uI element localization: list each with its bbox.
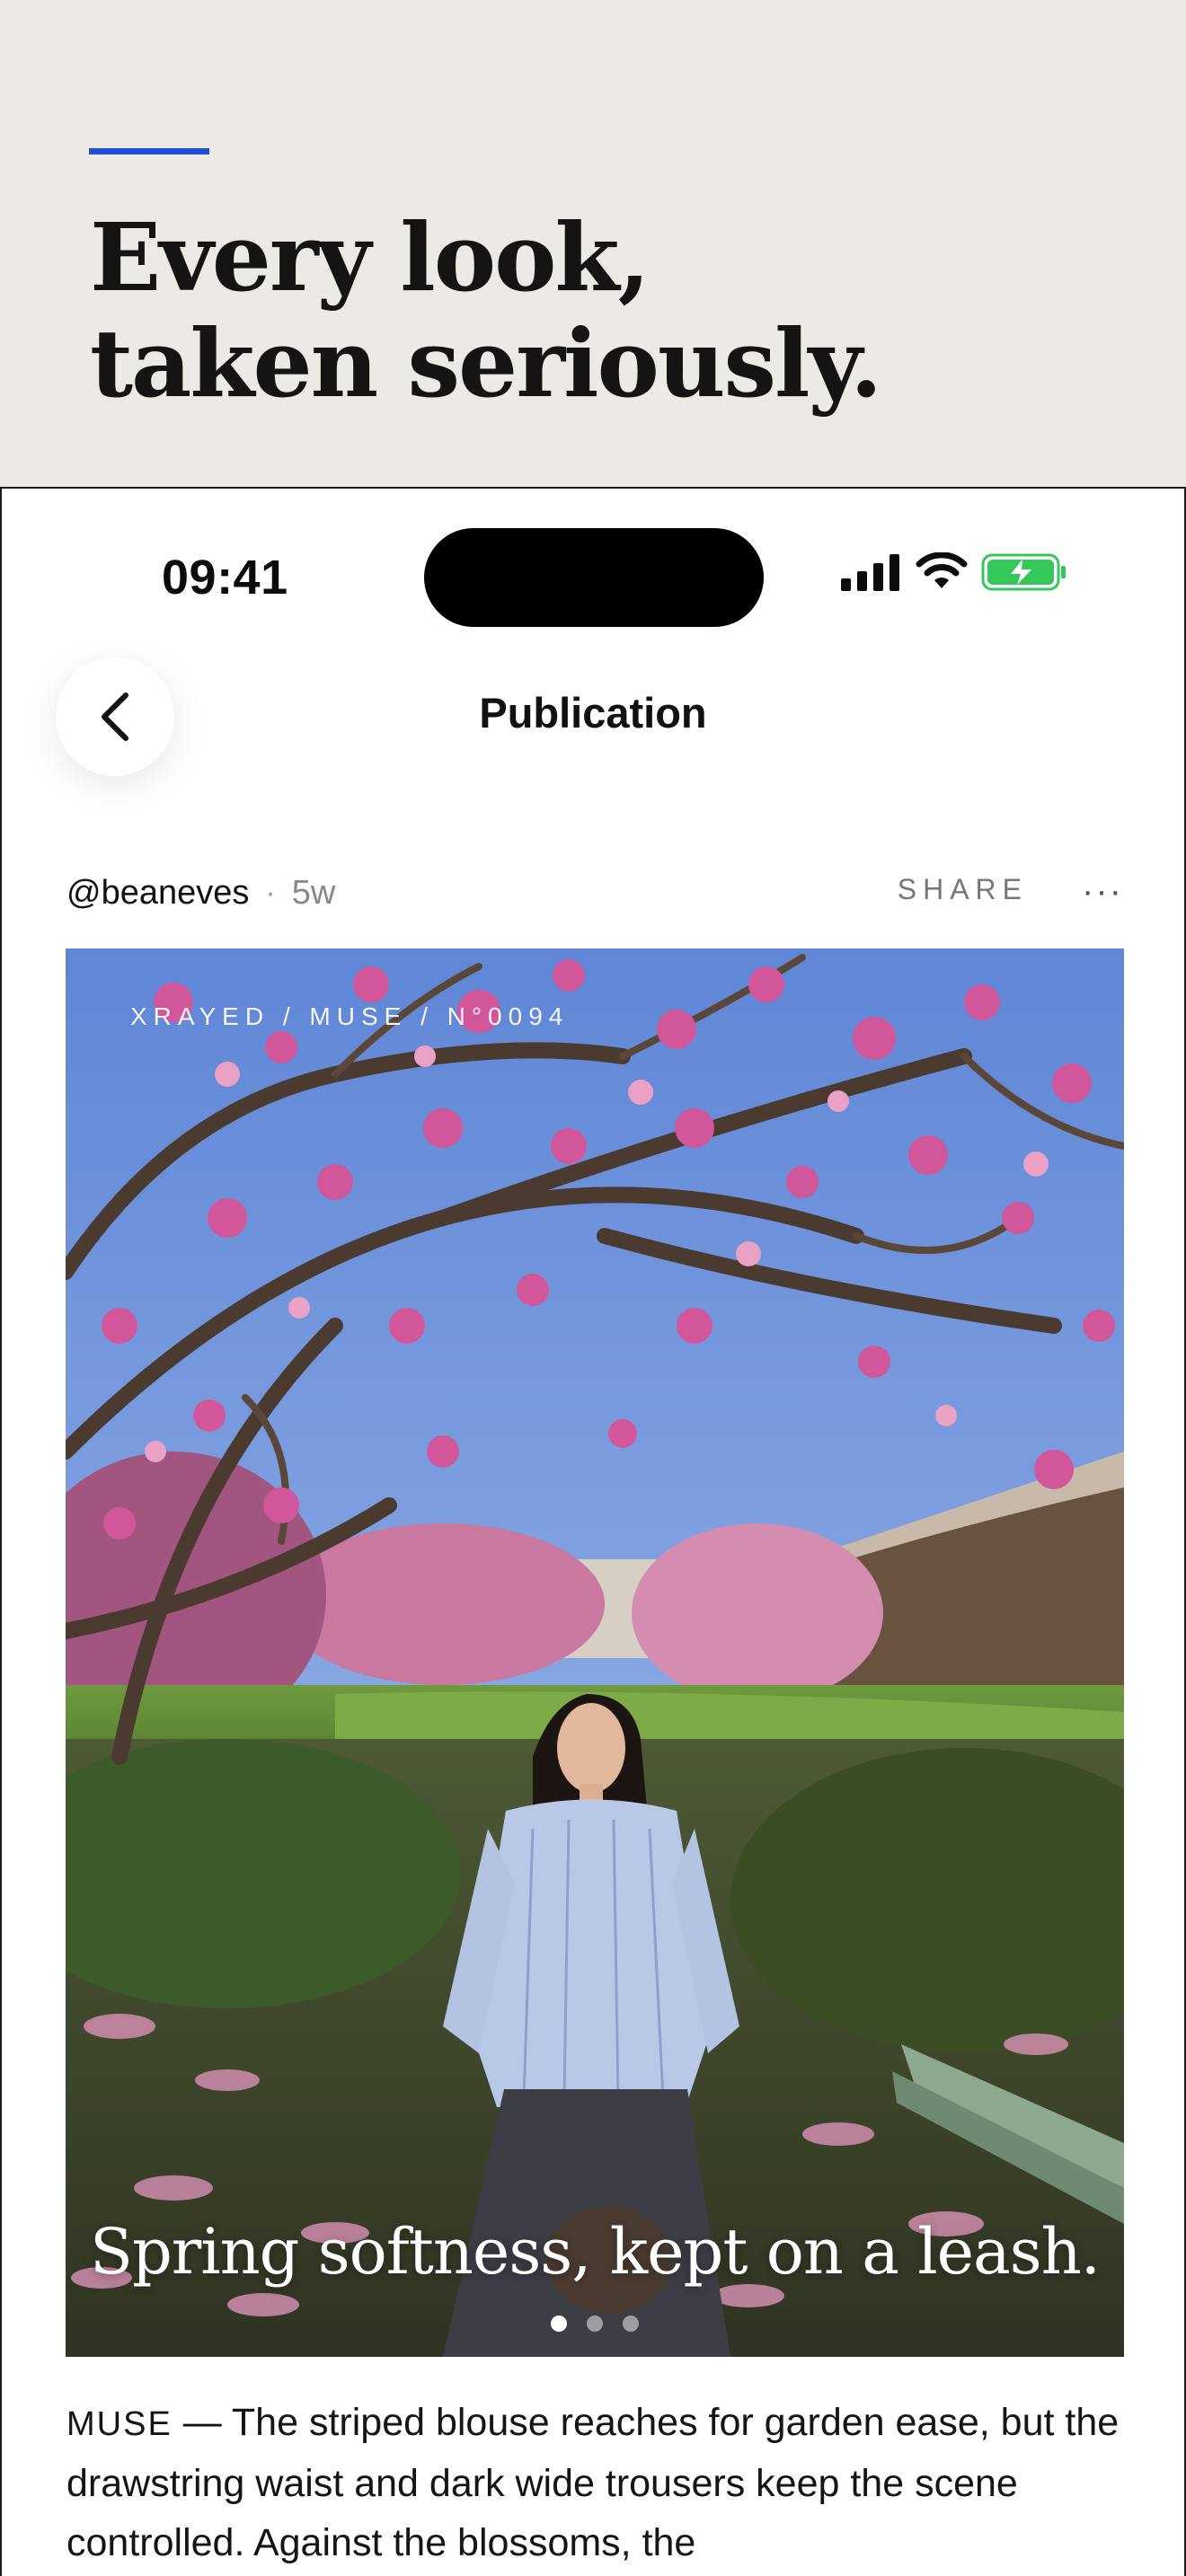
wifi-icon <box>915 551 969 596</box>
phone-frame: 09:41 Publication @beaneves · 5w SHARE ·… <box>0 487 1186 2576</box>
carousel-dot[interactable] <box>623 2316 639 2332</box>
hero-title: Every look, taken seriously. <box>90 202 882 419</box>
carousel-dots[interactable] <box>66 2316 1124 2332</box>
post-body-text: — The striped blouse reaches for garden … <box>66 2401 1120 2564</box>
post-kicker: XRAYED / MUSE / N°0094 <box>130 1002 570 1030</box>
cellular-signal-icon <box>841 553 902 595</box>
status-time: 09:41 <box>162 551 288 604</box>
post-photo[interactable]: XRAYED / MUSE / N°0094 Spring softness, … <box>66 948 1124 2357</box>
garden-photo-illustration <box>66 948 1124 2357</box>
dynamic-island <box>424 528 764 627</box>
separator-dot: · <box>265 875 276 910</box>
post-age: 5w <box>291 873 336 912</box>
more-options-button[interactable]: ··· <box>1082 871 1123 912</box>
post-header: @beaneves · 5w SHARE ··· <box>66 866 1127 920</box>
hero-section: Every look, taken seriously. <box>0 0 1186 487</box>
share-button[interactable]: SHARE <box>898 873 1028 906</box>
photo-caption: Spring softness, kept on a leash. <box>89 2215 1101 2289</box>
author-handle[interactable]: @beaneves <box>66 874 249 913</box>
status-icons <box>841 551 1067 596</box>
accent-rule <box>89 148 209 154</box>
post-body-tag: MUSE <box>66 2405 173 2443</box>
nav-title: Publication <box>479 689 707 737</box>
battery-charging-icon <box>981 552 1067 596</box>
post-body: MUSE — The striped blouse reaches for ga… <box>66 2393 1136 2572</box>
carousel-dot-active[interactable] <box>551 2316 567 2332</box>
carousel-dot[interactable] <box>587 2316 603 2332</box>
